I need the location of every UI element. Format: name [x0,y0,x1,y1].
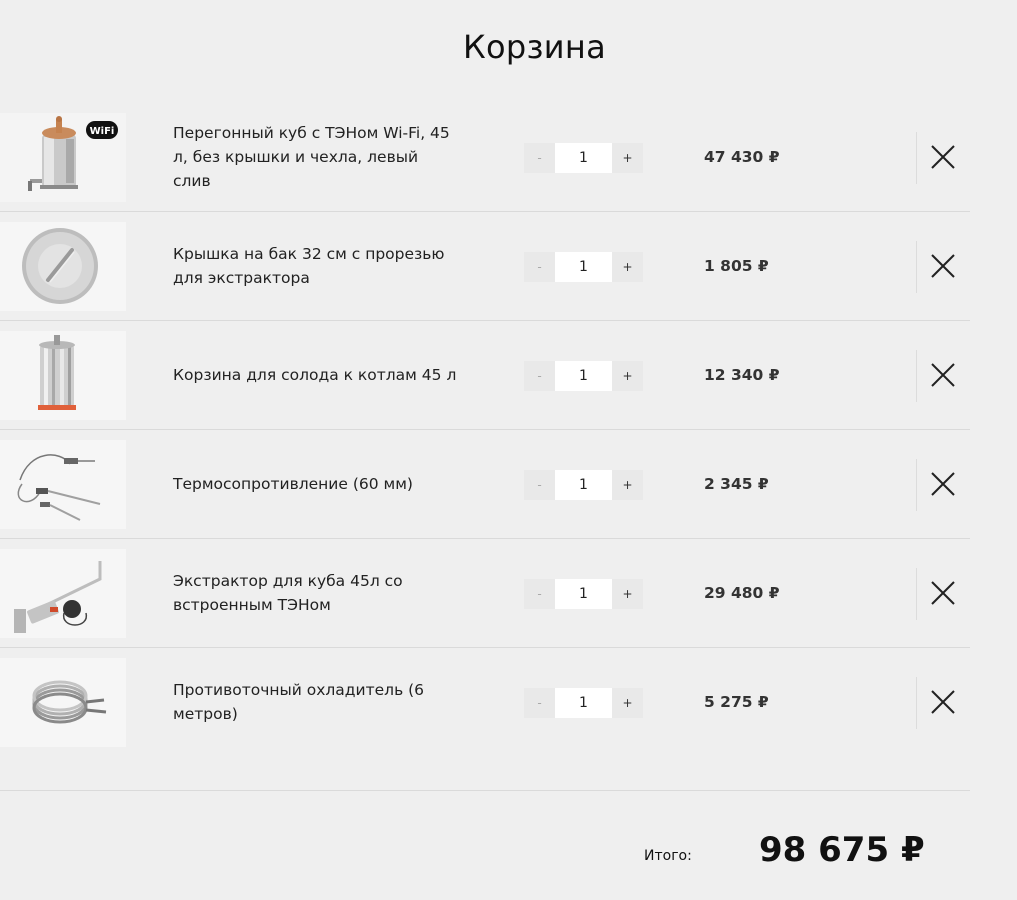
cart-item: Термосопротивление (60 мм) - 1 + 2 345 ₽ [0,430,970,539]
quantity-decrease-button[interactable]: - [524,252,555,282]
malt-basket-icon [0,331,126,420]
cart-item: WiFi Перегонный куб с ТЭНом Wi-Fi, 45 л,… [0,103,970,212]
quantity-stepper: - 1 + [524,361,643,391]
divider [916,459,917,511]
product-name[interactable]: Перегонный куб с ТЭНом Wi-Fi, 45 л, без … [173,103,458,211]
close-icon [931,145,955,169]
quantity-increase-button[interactable]: + [612,579,643,609]
quantity-increase-button[interactable]: + [612,470,643,500]
cart-item: Экстрактор для куба 45л со встроенным ТЭ… [0,539,970,648]
divider [916,568,917,620]
page-title: Корзина [462,28,607,66]
divider [916,677,917,729]
close-icon [931,472,955,496]
quantity-decrease-button[interactable]: - [524,361,555,391]
footer-divider [0,790,970,791]
quantity-stepper: - 1 + [524,252,643,282]
cart-item: Крышка на бак 32 см с прорезью для экстр… [0,212,970,321]
quantity-increase-button[interactable]: + [612,361,643,391]
lid-icon [0,222,126,311]
quantity-decrease-button[interactable]: - [524,688,555,718]
product-name[interactable]: Термосопротивление (60 мм) [173,430,458,538]
quantity-input[interactable]: 1 [555,470,612,500]
quantity-decrease-button[interactable]: - [524,470,555,500]
product-image[interactable]: WiFi [0,113,126,202]
product-name[interactable]: Корзина для солода к котлам 45 л [173,321,458,429]
close-icon [931,690,955,714]
quantity-decrease-button[interactable]: - [524,143,555,173]
wifi-badge-icon: WiFi [86,121,118,139]
product-image[interactable] [0,222,126,311]
item-price: 1 805 ₽ [704,257,769,275]
quantity-stepper: - 1 + [524,470,643,500]
cart-page: Корзина WiFi Перегонный куб с ТЭНом Wi-F… [0,0,1017,900]
cart-item: Противоточный охладитель (6 метров) - 1 … [0,648,970,757]
quantity-stepper: - 1 + [524,688,643,718]
close-icon [931,254,955,278]
product-name[interactable]: Противоточный охладитель (6 метров) [173,648,458,756]
remove-item-button[interactable] [929,252,957,280]
quantity-increase-button[interactable]: + [612,688,643,718]
quantity-input[interactable]: 1 [555,579,612,609]
remove-item-button[interactable] [929,688,957,716]
product-image[interactable] [0,331,126,420]
quantity-input[interactable]: 1 [555,361,612,391]
quantity-input[interactable]: 1 [555,688,612,718]
close-icon [931,581,955,605]
cart-items-list: WiFi Перегонный куб с ТЭНом Wi-Fi, 45 л,… [0,103,970,757]
close-icon [931,363,955,387]
item-price: 2 345 ₽ [704,475,769,493]
quantity-input[interactable]: 1 [555,252,612,282]
item-price: 12 340 ₽ [704,366,780,384]
remove-item-button[interactable] [929,361,957,389]
total-value: 98 675 ₽ [759,830,925,870]
still-pot-icon: WiFi [0,113,126,202]
quantity-stepper: - 1 + [524,143,643,173]
divider [916,350,917,402]
item-price: 29 480 ₽ [704,584,780,602]
remove-item-button[interactable] [929,470,957,498]
remove-item-button[interactable] [929,143,957,171]
divider [916,132,917,184]
product-name[interactable]: Экстрактор для куба 45л со встроенным ТЭ… [173,539,458,647]
coil-cooler-icon [0,658,126,747]
item-price: 5 275 ₽ [704,693,769,711]
quantity-input[interactable]: 1 [555,143,612,173]
quantity-stepper: - 1 + [524,579,643,609]
total-label: Итого: [644,848,692,864]
divider [916,241,917,293]
quantity-increase-button[interactable]: + [612,143,643,173]
extractor-icon [0,549,126,638]
svg-text:WiFi: WiFi [90,126,115,137]
product-image[interactable] [0,658,126,747]
quantity-increase-button[interactable]: + [612,252,643,282]
thermo-sensor-icon [0,440,126,529]
cart-item: Корзина для солода к котлам 45 л - 1 + 1… [0,321,970,430]
product-name[interactable]: Крышка на бак 32 см с прорезью для экстр… [173,212,458,320]
item-price: 47 430 ₽ [704,148,780,166]
product-image[interactable] [0,440,126,529]
quantity-decrease-button[interactable]: - [524,579,555,609]
product-image[interactable] [0,549,126,638]
remove-item-button[interactable] [929,579,957,607]
